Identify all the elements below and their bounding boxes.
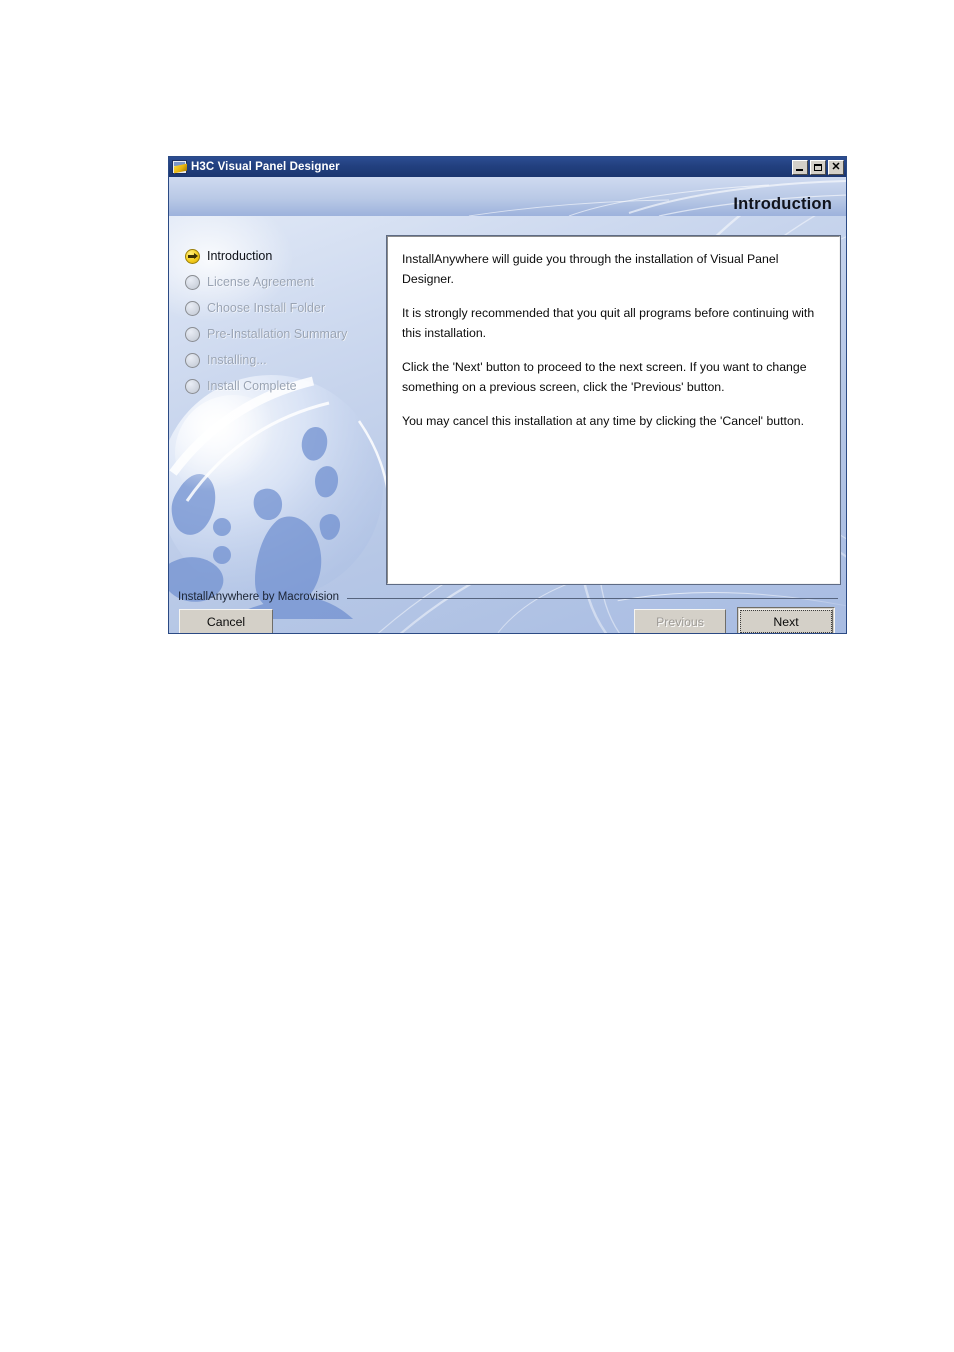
footer-brand-row: InstallAnywhere by Macrovision — [169, 588, 846, 606]
window-title: H3C Visual Panel Designer — [191, 161, 340, 173]
step-label: Introduction — [207, 248, 273, 263]
step-circle-icon — [185, 326, 200, 342]
globe-splash-art — [169, 375, 391, 619]
next-button-focus-frame: Next — [737, 607, 835, 633]
step-circle-icon — [185, 378, 200, 394]
step-item-install-complete[interactable]: Install Complete — [185, 373, 390, 399]
step-circle-icon — [185, 300, 200, 316]
content-paragraph: You may cancel this installation at any … — [402, 414, 805, 428]
installanywhere-brand-label: InstallAnywhere by Macrovision — [178, 591, 340, 603]
previous-button[interactable]: Previous — [634, 609, 726, 633]
maximize-icon[interactable] — [810, 159, 826, 175]
content-paragraph: Click the 'Next' button to proceed to th… — [402, 360, 807, 394]
content-paragraph: It is strongly recommended that you quit… — [402, 306, 815, 340]
button-row: Cancel Previous Next — [169, 607, 846, 633]
content-panel: InstallAnywhere will guide you through t… — [387, 236, 840, 584]
step-circle-icon — [185, 352, 200, 368]
next-button[interactable]: Next — [739, 609, 833, 633]
cancel-button[interactable]: Cancel — [179, 609, 273, 633]
step-label: Install Complete — [207, 378, 297, 393]
step-item-choose-install-folder[interactable]: Choose Install Folder — [185, 295, 390, 321]
title-bar: H3C Visual Panel Designer ✕ — [169, 157, 846, 177]
step-label: License Agreement — [207, 274, 315, 289]
step-label: Pre-Installation Summary — [207, 326, 348, 341]
step-list: Introduction License Agreement Choose In… — [185, 243, 390, 399]
step-item-installing[interactable]: Installing... — [185, 347, 390, 373]
step-circle-icon — [185, 274, 200, 290]
step-label: Installing... — [207, 352, 267, 367]
footer-divider — [347, 597, 838, 599]
document-pencil-icon — [172, 160, 187, 174]
step-item-pre-installation-summary[interactable]: Pre-Installation Summary — [185, 321, 390, 347]
content-paragraph: InstallAnywhere will guide you through t… — [402, 252, 779, 286]
step-label: Choose Install Folder — [207, 300, 326, 315]
window-controls: ✕ — [792, 159, 844, 175]
header-strip: Introduction — [169, 177, 846, 216]
window-body: Introduction Introduction License Agreem… — [169, 177, 846, 633]
minimize-icon[interactable] — [792, 159, 808, 175]
installer-window: H3C Visual Panel Designer ✕ Introduction… — [168, 156, 847, 634]
step-item-introduction[interactable]: Introduction — [185, 243, 390, 269]
current-step-arrow-icon — [185, 248, 200, 264]
close-icon[interactable]: ✕ — [828, 159, 844, 175]
step-item-license-agreement[interactable]: License Agreement — [185, 269, 390, 295]
page-title: Introduction — [733, 195, 832, 213]
